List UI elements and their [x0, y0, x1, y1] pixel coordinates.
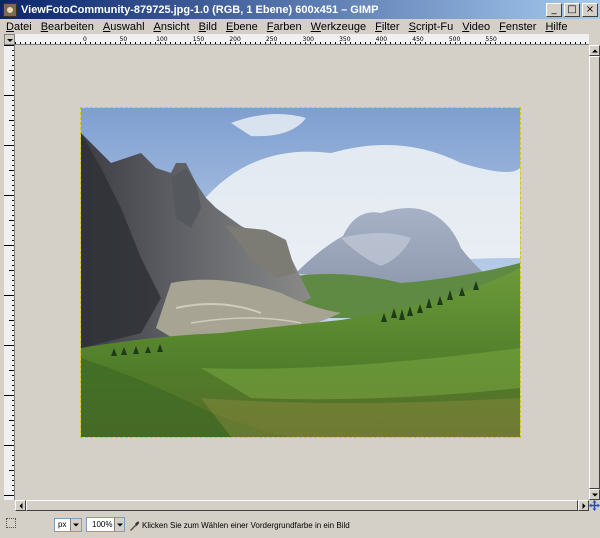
ruler-label: 550 — [485, 36, 497, 43]
horizontal-ruler-scale: 0 50 100 150 200 250 300 350 400 450 500 550 — [15, 36, 586, 44]
quick-mask-icon[interactable] — [6, 518, 16, 528]
ruler-label: 350 — [339, 36, 351, 43]
gimp-image-icon — [3, 2, 17, 17]
menu-datei[interactable]: Datei — [6, 21, 32, 33]
horizontal-scroll-thumb[interactable] — [26, 500, 578, 511]
chevron-down-icon — [116, 523, 123, 526]
menu-werkzeuge[interactable]: Werkzeuge — [311, 21, 366, 33]
image-layer[interactable] — [80, 107, 521, 438]
ruler-label: 400 — [376, 36, 388, 43]
color-picker-icon — [130, 521, 140, 531]
menu-auswahl[interactable]: Auswahl — [103, 21, 145, 33]
vertical-scroll-thumb[interactable] — [589, 56, 600, 489]
menu-hilfe[interactable]: Hilfe — [545, 21, 567, 33]
status-message: Klicken Sie zum Wählen einer Vordergrund… — [129, 518, 350, 532]
mountain-photo — [81, 108, 520, 437]
arrow-left-icon — [19, 502, 22, 509]
unit-select[interactable]: px — [54, 518, 82, 532]
menu-video[interactable]: Video — [462, 21, 490, 33]
scroll-up-button[interactable] — [589, 45, 600, 56]
unit-value: px — [58, 520, 67, 529]
zoom-to-fit-button[interactable] — [589, 34, 600, 45]
ruler-menu-button[interactable] — [4, 34, 15, 45]
vertical-ruler-scale — [4, 45, 14, 496]
ruler-label: 200 — [229, 36, 241, 43]
ruler-label: 100 — [156, 36, 168, 43]
menu-bar: Datei Bearbeiten Auswahl Ansicht Bild Eb… — [0, 19, 600, 34]
scroll-right-button[interactable] — [578, 500, 589, 511]
status-text: Klicken Sie zum Wählen einer Vordergrund… — [142, 520, 350, 530]
window-title: ViewFotoCommunity-879725.jpg-1.0 (RGB, 1… — [21, 3, 379, 16]
scroll-left-button[interactable] — [15, 500, 26, 511]
zoom-dropdown-arrow[interactable] — [114, 518, 124, 531]
ruler-label: 500 — [449, 36, 461, 43]
image-canvas[interactable] — [15, 45, 589, 500]
zoom-value: 100% — [92, 520, 113, 529]
menu-bild[interactable]: Bild — [199, 21, 217, 33]
menu-fenster[interactable]: Fenster — [499, 21, 536, 33]
menu-ansicht[interactable]: Ansicht — [154, 21, 190, 33]
arrow-up-icon — [591, 49, 598, 52]
arrow-down-icon — [591, 493, 598, 496]
arrow-right-icon — [582, 502, 585, 509]
navigate-icon — [589, 500, 600, 511]
menu-script-fu[interactable]: Script-Fu — [409, 21, 454, 33]
menu-farben[interactable]: Farben — [267, 21, 302, 33]
minimize-button[interactable]: _ — [546, 2, 562, 17]
ruler-label: 0 — [83, 36, 87, 43]
window-controls: _ □ × — [546, 2, 598, 17]
menu-ebene[interactable]: Ebene — [226, 21, 258, 33]
zoom-select[interactable]: 100% — [86, 517, 125, 532]
ruler-label: 50 — [120, 36, 128, 43]
close-button[interactable]: × — [582, 2, 598, 17]
ruler-label: 150 — [193, 36, 205, 43]
horizontal-scrollbar[interactable] — [15, 500, 589, 511]
vertical-ruler[interactable] — [4, 45, 15, 500]
horizontal-ruler[interactable]: 0 50 100 150 200 250 300 350 400 450 500 550 — [15, 34, 589, 45]
menu-bearbeiten[interactable]: Bearbeiten — [41, 21, 94, 33]
ruler-label: 300 — [303, 36, 315, 43]
vertical-scrollbar[interactable] — [589, 45, 600, 500]
scroll-down-button[interactable] — [589, 489, 600, 500]
title-bar: ViewFotoCommunity-879725.jpg-1.0 (RGB, 1… — [0, 0, 600, 19]
navigate-button[interactable] — [589, 500, 600, 511]
ruler-label: 450 — [412, 36, 424, 43]
menu-filter[interactable]: Filter — [375, 21, 399, 33]
chevron-down-icon — [73, 523, 79, 527]
unit-dropdown-arrow[interactable] — [70, 519, 81, 531]
ruler-label: 250 — [266, 36, 278, 43]
maximize-button[interactable]: □ — [564, 2, 580, 17]
